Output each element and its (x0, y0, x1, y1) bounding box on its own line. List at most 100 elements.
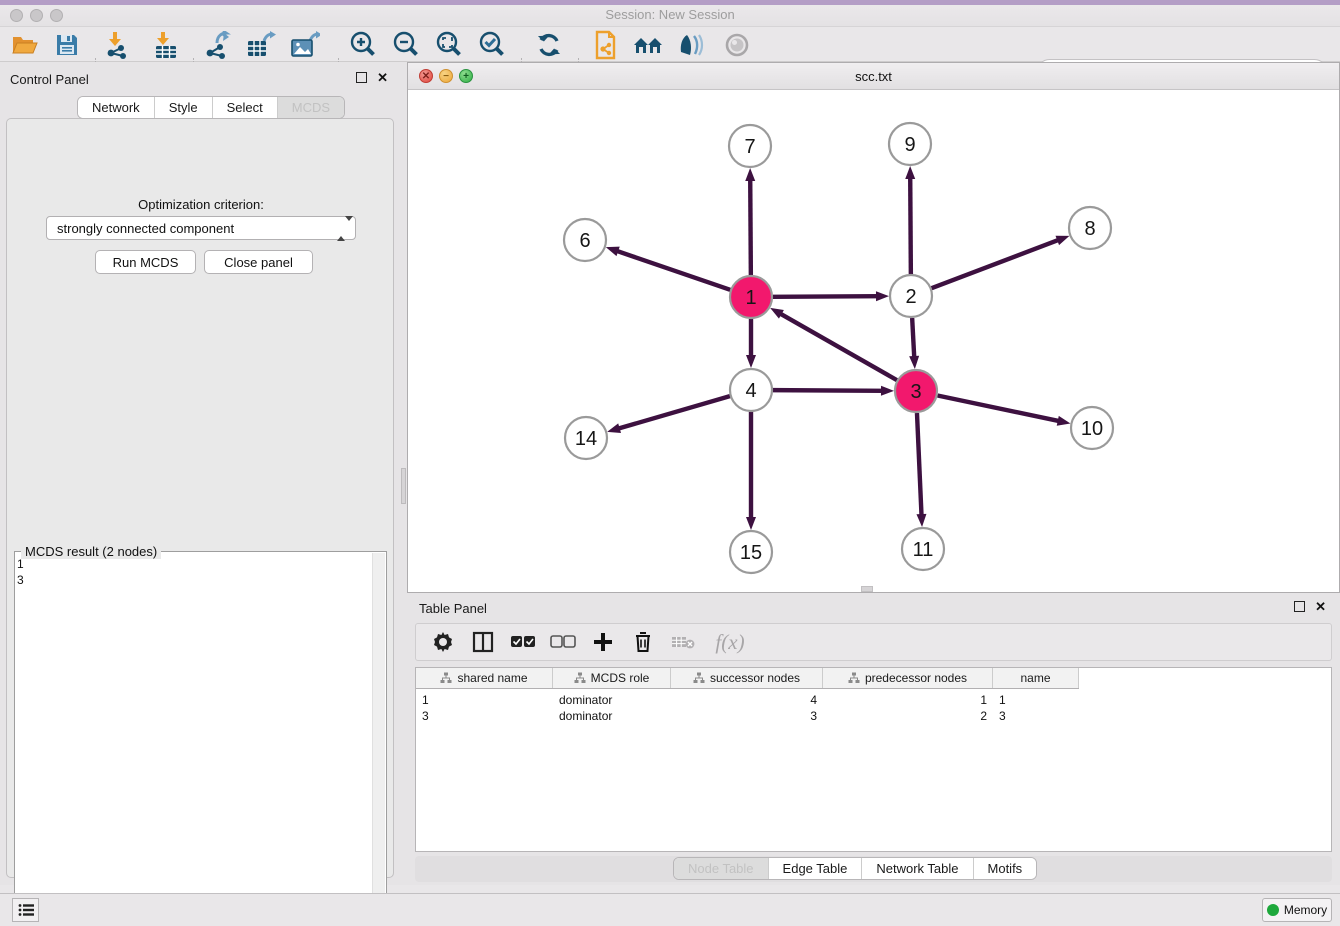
vertical-splitter[interactable] (400, 62, 407, 885)
edge-arrow-3-11 (916, 514, 926, 527)
edge-arrow-4-15 (746, 517, 756, 530)
table-tab-motifs[interactable]: Motifs (974, 858, 1037, 879)
show-all-icon[interactable] (720, 30, 754, 60)
cell-predecessor-nodes[interactable]: 1 (823, 692, 993, 708)
zoom-selected-icon[interactable] (475, 30, 509, 60)
network-canvas[interactable]: 7968124314101511 (408, 90, 1339, 592)
edge-4-14[interactable] (618, 396, 730, 429)
edge-4-3[interactable] (773, 390, 883, 391)
edge-2-3[interactable] (912, 318, 914, 358)
save-session-icon[interactable] (50, 30, 84, 60)
add-column-icon[interactable] (590, 629, 616, 655)
edge-3-11[interactable] (917, 413, 922, 516)
result-scrollbar[interactable] (372, 553, 385, 926)
dropdown-stepper-icon (337, 221, 347, 237)
cell-name[interactable]: 3 (993, 708, 1079, 724)
graph-node-label-1: 1 (745, 287, 756, 309)
import-table-icon[interactable] (149, 30, 183, 60)
edge-arrow-1-7 (745, 168, 755, 181)
vertical-splitter-handle[interactable] (401, 468, 406, 504)
tab-network[interactable]: Network (78, 97, 155, 118)
edge-2-9[interactable] (910, 177, 911, 274)
window-title: Session: New Session (0, 7, 1340, 22)
zoom-in-icon[interactable] (346, 30, 380, 60)
task-history-button[interactable] (12, 898, 39, 922)
column-header-predecessor-nodes[interactable]: predecessor nodes (823, 668, 993, 688)
tab-select[interactable]: Select (213, 97, 278, 118)
table-tab-network-table[interactable]: Network Table (862, 858, 973, 879)
table-tabs-strip: Node TableEdge TableNetwork TableMotifs (415, 856, 1332, 882)
float-table-panel-icon[interactable] (1294, 601, 1305, 612)
mcds-result-text[interactable]: 1 3 (17, 556, 24, 588)
column-header-MCDS-role[interactable]: MCDS role (553, 668, 671, 688)
mcds-result-box: MCDS result (2 nodes) 1 3 (14, 551, 387, 926)
first-neighbors-icon[interactable] (631, 30, 665, 60)
float-panel-icon[interactable] (356, 72, 367, 83)
zoom-fit-icon[interactable] (432, 30, 466, 60)
graph-node-label-8: 8 (1084, 218, 1095, 240)
network-window-title: scc.txt (408, 69, 1339, 84)
function-builder-icon[interactable]: f(x) (710, 629, 750, 655)
cell-shared-name[interactable]: 1 (416, 692, 553, 708)
deselect-all-icon[interactable] (550, 629, 576, 655)
new-network-from-selection-icon[interactable] (588, 30, 622, 60)
table-panel-title: Table Panel (419, 601, 487, 616)
split-columns-icon[interactable] (470, 629, 496, 655)
close-panel-button[interactable]: Close panel (204, 250, 313, 274)
select-all-icon[interactable] (510, 629, 536, 655)
edge-1-2[interactable] (773, 296, 878, 297)
column-label: shared name (457, 671, 527, 685)
cell-successor-nodes[interactable]: 4 (671, 692, 823, 708)
export-image-icon[interactable] (288, 30, 322, 60)
network-window: ✕ − + scc.txt 7968124314101511 (407, 62, 1340, 593)
edge-2-8[interactable] (932, 240, 1060, 288)
hide-selected-icon[interactable] (675, 30, 709, 60)
gear-icon[interactable] (430, 629, 456, 655)
import-network-icon[interactable] (101, 30, 135, 60)
criterion-dropdown[interactable]: strongly connected component (46, 216, 356, 240)
cell-name[interactable]: 1 (993, 692, 1079, 708)
export-network-icon[interactable] (201, 30, 235, 60)
table-tab-node-table[interactable]: Node Table (674, 858, 769, 879)
refresh-icon[interactable] (532, 30, 566, 60)
horizontal-splitter-handle[interactable] (861, 586, 873, 592)
memory-button[interactable]: Memory (1262, 898, 1332, 922)
cell-shared-name[interactable]: 3 (416, 708, 553, 724)
table-tab-edge-table[interactable]: Edge Table (769, 858, 863, 879)
network-window-titlebar[interactable]: ✕ − + scc.txt (408, 63, 1339, 90)
network-graph[interactable]: 7968124314101511 (408, 90, 1339, 592)
control-panel-body: Optimization criterion: strongly connect… (6, 118, 394, 878)
node-table[interactable]: shared name MCDS rolesuccessor nodesprede… (415, 667, 1332, 852)
graph-node-label-10: 10 (1081, 418, 1103, 440)
edge-1-7[interactable] (750, 179, 751, 275)
edge-arrow-1-6 (606, 247, 620, 256)
column-header-name[interactable]: name (993, 668, 1079, 688)
column-tree-icon (440, 672, 452, 684)
cell-MCDS-role[interactable]: dominator (553, 708, 671, 724)
column-label: name (1020, 671, 1050, 685)
zoom-out-icon[interactable] (389, 30, 423, 60)
close-table-panel-icon[interactable]: ✕ (1315, 601, 1326, 612)
column-header-shared-name[interactable]: shared name (416, 668, 553, 688)
cell-MCDS-role[interactable]: dominator (553, 692, 671, 708)
cell-predecessor-nodes[interactable]: 2 (823, 708, 993, 724)
table-row[interactable]: 3dominator323 (416, 708, 1079, 724)
tab-style[interactable]: Style (155, 97, 213, 118)
graph-node-label-3: 3 (910, 381, 921, 403)
edge-3-1[interactable] (780, 313, 897, 380)
edge-1-6[interactable] (616, 251, 730, 290)
edge-arrow-4-14 (607, 423, 621, 433)
close-panel-icon[interactable]: ✕ (377, 72, 388, 83)
open-session-icon[interactable] (8, 30, 42, 60)
column-header-successor-nodes[interactable]: successor nodes (671, 668, 823, 688)
delete-table-icon[interactable] (670, 629, 696, 655)
tab-mcds[interactable]: MCDS (278, 97, 344, 118)
cell-successor-nodes[interactable]: 3 (671, 708, 823, 724)
edge-3-10[interactable] (938, 396, 1060, 422)
column-tree-icon (693, 672, 705, 684)
graph-node-label-11: 11 (913, 539, 934, 561)
run-mcds-button[interactable]: Run MCDS (95, 250, 196, 274)
delete-column-icon[interactable] (630, 629, 656, 655)
export-table-icon[interactable] (244, 30, 278, 60)
table-row[interactable]: 1dominator411 (416, 692, 1079, 708)
